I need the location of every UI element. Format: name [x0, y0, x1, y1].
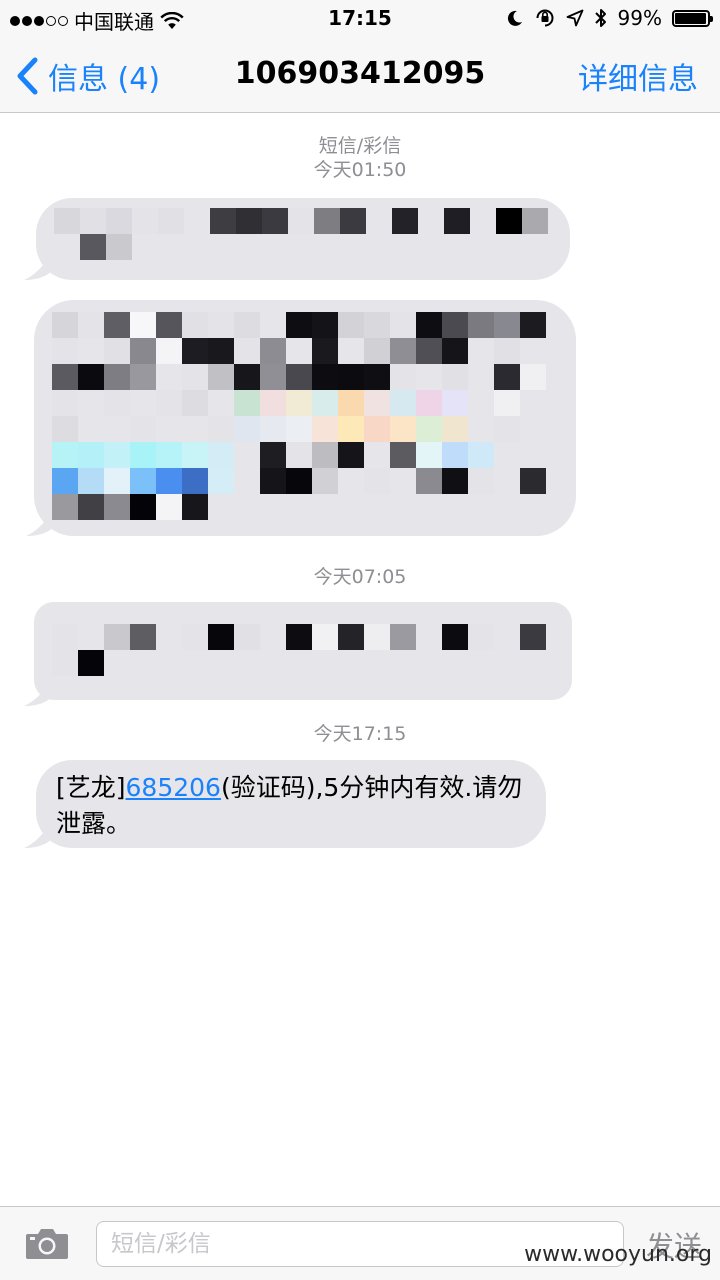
status-bar: 中国联通 17:15 99% [0, 0, 720, 40]
battery-percentage: 99% [617, 6, 662, 30]
redaction-mosaic [54, 208, 548, 260]
messages-screen: 中国联通 17:15 99% 信息 (4) 106903412095 详细信息 … [0, 0, 720, 1280]
timestamp-2: 今天07:05 [313, 566, 407, 588]
watermark: www.wooyun.org [524, 1242, 712, 1267]
service-label: 短信/彩信 [318, 135, 402, 157]
timestamp-1: 今天01:50 [313, 159, 407, 181]
battery-icon [672, 9, 713, 27]
message-bubble-redacted-3[interactable] [34, 602, 572, 700]
moon-icon [507, 10, 522, 26]
status-right: 99% [506, 6, 713, 30]
sender-tag: [艺龙] [56, 773, 126, 802]
bluetooth-icon [594, 9, 606, 27]
conversation-thread[interactable]: 短信/彩信 今天01:50 今天07:05 今天17:15 [艺龙]685206… [0, 112, 720, 1206]
camera-icon[interactable] [24, 1225, 70, 1261]
message-bubble-verification[interactable]: [艺龙]685206(验证码),5分钟内有效.请勿泄露。 [36, 760, 546, 848]
message-bubble-redacted-2[interactable] [34, 300, 576, 536]
location-arrow-icon [566, 9, 583, 27]
compose-bar: 短信/彩信 发送 www.wooyun.org [0, 1206, 720, 1280]
redaction-mosaic [52, 312, 546, 520]
details-button[interactable]: 详细信息 [578, 54, 698, 98]
timestamp-3: 今天17:15 [313, 723, 407, 745]
verification-code-link[interactable]: 685206 [126, 773, 221, 802]
navigation-bar: 信息 (4) 106903412095 详细信息 [0, 40, 720, 113]
redaction-mosaic [52, 624, 546, 676]
message-text: [艺龙]685206(验证码),5分钟内有效.请勿泄露。 [56, 770, 530, 842]
message-bubble-redacted-1[interactable] [36, 198, 570, 280]
rotation-lock-icon [536, 9, 554, 27]
